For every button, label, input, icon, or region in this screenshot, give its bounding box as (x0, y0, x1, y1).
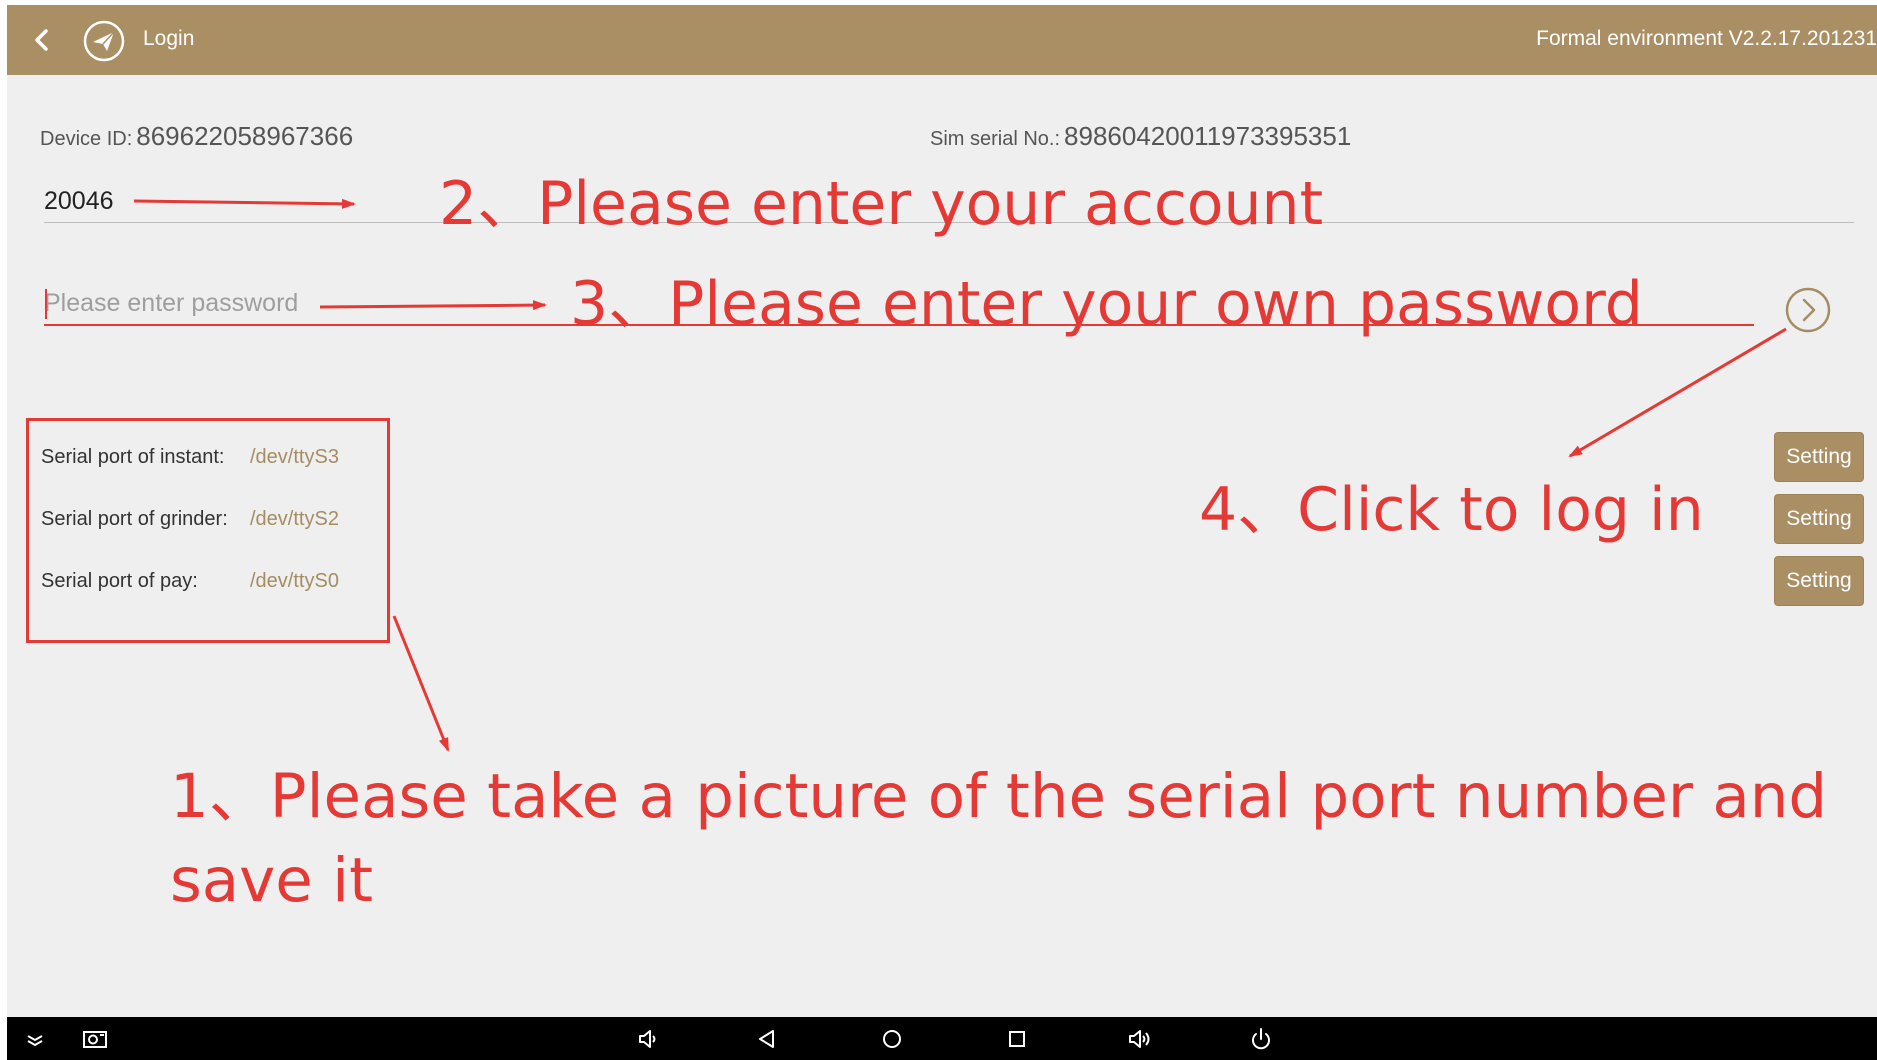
sim-serial-row: Sim serial No.: 89860420011973395351 (930, 121, 1351, 152)
arrow-step4 (1568, 327, 1787, 458)
device-id-value: 869622058967366 (136, 121, 354, 151)
home-circle-icon[interactable] (878, 1025, 906, 1053)
device-id-label: Device ID: (40, 128, 133, 150)
sim-serial-value: 89860420011973395351 (1064, 121, 1352, 151)
paper-plane-icon (83, 20, 125, 62)
annotation-highlight-box (26, 418, 390, 643)
screenshot-icon[interactable] (81, 1025, 109, 1053)
setting-button-pay[interactable]: Setting (1774, 556, 1864, 606)
title-bar: Login Formal environment V2.2.17.201231 (7, 5, 1877, 75)
power-icon[interactable] (1247, 1025, 1275, 1053)
login-button[interactable] (1784, 286, 1832, 334)
page-title: Login (143, 27, 195, 50)
volume-up-icon[interactable] (1125, 1025, 1153, 1053)
setting-button-instant[interactable]: Setting (1774, 432, 1864, 482)
annotation-step2: 2、Please enter your account (439, 169, 1324, 239)
arrow-step1 (392, 615, 450, 752)
sim-serial-label: Sim serial No.: (930, 128, 1061, 150)
back-button[interactable] (25, 23, 59, 57)
annotation-step4: 4、Click to log in (1199, 475, 1704, 545)
back-triangle-icon[interactable] (753, 1025, 781, 1053)
text-cursor (45, 289, 47, 319)
annotation-step3: 3、Please enter your own password (570, 269, 1643, 339)
volume-down-icon[interactable] (634, 1025, 662, 1053)
device-id-row: Device ID: 869622058967366 (40, 121, 353, 152)
chevron-left-icon (35, 29, 48, 51)
annotation-step1: 1、Please take a picture of the serial po… (170, 761, 1828, 916)
expand-icon[interactable] (21, 1025, 49, 1053)
setting-button-grinder[interactable]: Setting (1774, 494, 1864, 544)
chevron-right-circle-icon (1785, 287, 1831, 333)
system-nav-bar (7, 1017, 1877, 1060)
version-label: Formal environment V2.2.17.201231 (1536, 27, 1877, 50)
recents-square-icon[interactable] (1003, 1025, 1031, 1053)
login-screen: Login Formal environment V2.2.17.201231 … (7, 5, 1877, 1060)
